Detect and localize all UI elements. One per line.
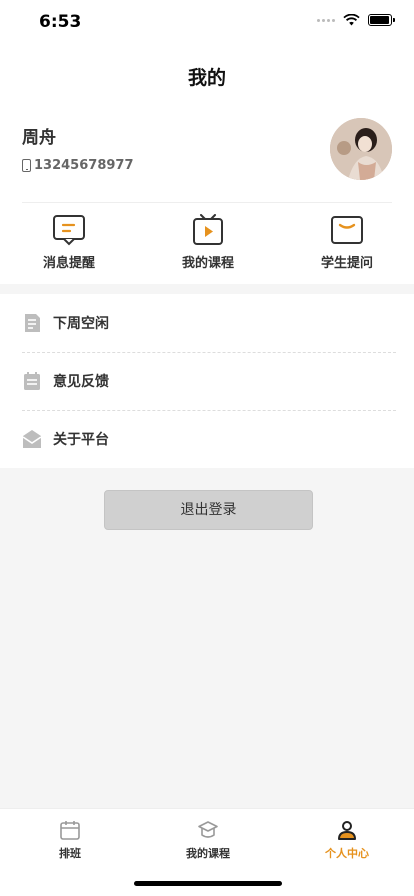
menu-item-about[interactable]: 关于平台: [0, 410, 414, 468]
profile-phone: 13245678977: [22, 158, 134, 173]
menu-item-label: 关于平台: [53, 432, 109, 448]
menu-item-label: 意见反馈: [53, 374, 109, 390]
quick-action-label: 我的课程: [181, 256, 234, 271]
quick-actions: 消息提醒 我的课程 学生提问: [0, 204, 414, 284]
graduation-cap-icon: [198, 821, 218, 838]
tab-label: 我的课程: [186, 847, 230, 860]
phone-number: 13245678977: [34, 158, 134, 173]
quick-action-label: 学生提问: [320, 256, 373, 271]
mail-icon: [22, 430, 42, 448]
profile-name: 周舟: [22, 128, 56, 148]
tab-my-courses[interactable]: 我的课程: [158, 819, 258, 861]
phone-icon: [22, 159, 31, 172]
quick-action-messages[interactable]: 消息提醒: [19, 214, 119, 271]
status-bar: 6:53: [0, 0, 414, 48]
logout-button[interactable]: 退出登录: [104, 490, 313, 530]
tab-label: 个人中心: [325, 847, 369, 860]
tab-label: 排班: [59, 847, 81, 860]
settings-menu: 下周空闲 意见反馈 关于平台: [0, 294, 414, 468]
page-title: 我的: [187, 67, 226, 89]
tab-schedule[interactable]: 排班: [20, 819, 120, 861]
quick-action-my-courses[interactable]: 我的课程: [158, 214, 258, 271]
battery-icon: [368, 14, 395, 26]
menu-item-label: 下周空闲: [53, 316, 109, 332]
status-time: 6:53: [39, 12, 82, 32]
home-indicator: [134, 881, 282, 886]
tv-play-icon: [193, 214, 223, 245]
quick-action-label: 消息提醒: [42, 256, 95, 271]
calendar-icon: [24, 372, 40, 390]
person-icon: [338, 821, 356, 840]
status-icons: [317, 14, 395, 26]
calendar-icon: [60, 821, 80, 840]
avatar[interactable]: [330, 118, 392, 180]
menu-item-feedback[interactable]: 意见反馈: [0, 352, 414, 410]
question-box-icon: [331, 216, 363, 244]
profile-divider: [22, 202, 392, 203]
profile-card[interactable]: 周舟 13245678977: [0, 106, 414, 204]
cellular-signal-icon: [317, 18, 335, 22]
document-icon: [25, 314, 40, 332]
tab-personal-center[interactable]: 个人中心: [297, 819, 397, 861]
menu-item-next-week-free[interactable]: 下周空闲: [0, 294, 414, 352]
quick-action-student-questions[interactable]: 学生提问: [297, 214, 397, 271]
wifi-icon: [343, 14, 360, 26]
nav-bar: 我的: [0, 48, 414, 106]
message-icon: [53, 215, 85, 246]
avatar-image: [330, 118, 392, 180]
